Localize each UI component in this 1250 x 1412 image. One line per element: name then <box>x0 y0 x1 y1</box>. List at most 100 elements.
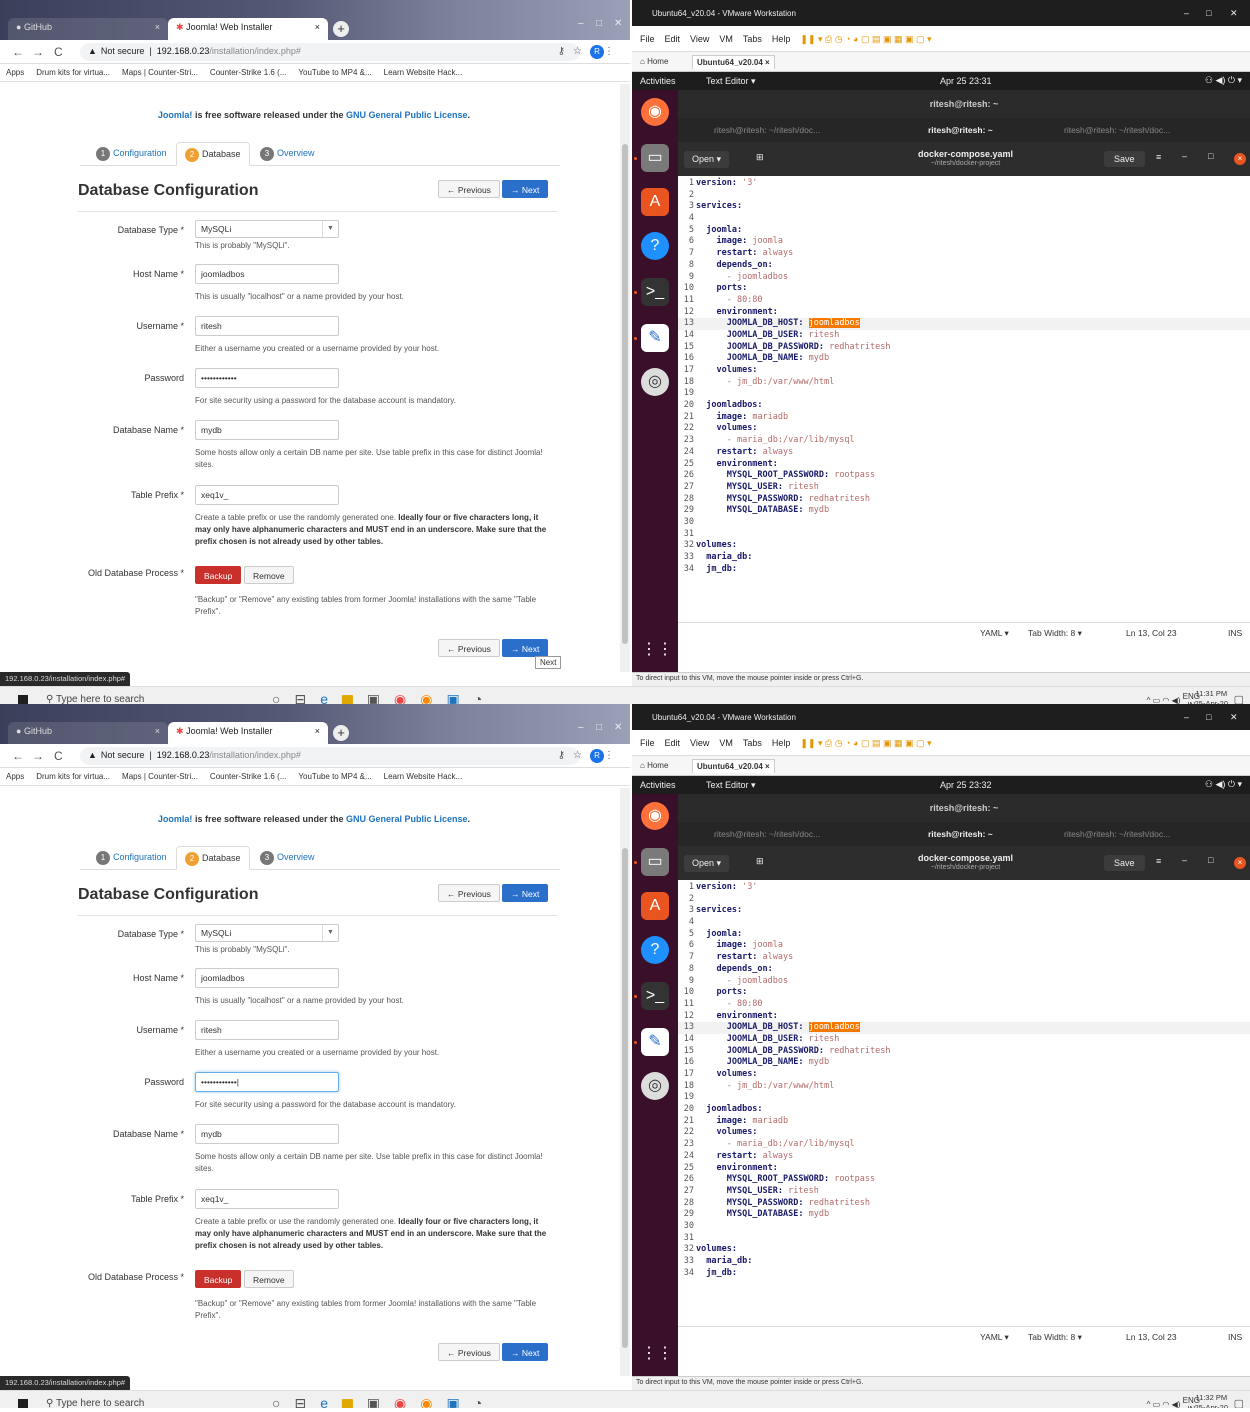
app-menu[interactable]: Text Editor ▾ <box>706 780 756 791</box>
code-line[interactable]: 32 volumes: <box>678 540 1250 552</box>
database-type-select[interactable]: MySQLi ▼ <box>195 924 339 942</box>
terminal-tab-active[interactable]: ritesh@ritesh: ~ <box>928 125 993 135</box>
reload-icon[interactable]: C <box>54 45 63 59</box>
previous-button-bottom[interactable]: ← Previous <box>438 639 500 657</box>
url-input[interactable]: ▲ Not secure | 192.168.0.23/installation/… <box>80 747 580 765</box>
close-window-icon[interactable]: ✕ <box>1230 712 1238 723</box>
browser-tab-joomla[interactable]: ✱ Joomla! Web Installer × <box>168 18 328 40</box>
cursor-position[interactable]: Ln 13, Col 23 <box>1126 1332 1177 1342</box>
code-line[interactable]: 21 image: mariadb <box>678 1116 1250 1128</box>
maximize-icon[interactable]: □ <box>1208 151 1213 161</box>
password-input[interactable]: •••••••••••• <box>195 368 339 388</box>
page-scrollbar[interactable] <box>620 84 630 672</box>
minimize-icon[interactable]: – <box>578 722 584 733</box>
vm-toolbar-icons[interactable]: ❚❚ ▾ ⎙ ◷ ◔ ◕ ▢ ▤ ▣ ▦ ▣ ▢ ▾ <box>800 738 931 748</box>
files-icon[interactable]: ▭ <box>641 848 669 876</box>
license-link[interactable]: GNU General Public License <box>346 814 468 824</box>
code-line[interactable]: 23 - maria_db:/var/lib/mysql <box>678 435 1250 447</box>
taskbar-clock[interactable]: 11:32 PM 25-Apr-20 <box>1195 1393 1228 1408</box>
volume-icon[interactable]: ◀) <box>1172 696 1181 704</box>
bookmark-banana-icon[interactable]: Maps | Counter-Stri... <box>122 68 198 77</box>
store-icon[interactable]: ▣ <box>367 691 394 704</box>
terminal-tab-active[interactable]: ritesh@ritesh: ~ <box>928 829 993 839</box>
chevron-up-icon[interactable]: ^ <box>1147 696 1151 704</box>
table-prefix-input[interactable]: xeq1v_ <box>195 1189 339 1209</box>
next-button[interactable]: → Next <box>502 884 549 902</box>
menu-item-edit[interactable]: Edit <box>665 738 681 748</box>
file-explorer-icon[interactable]: ▆ <box>342 691 367 704</box>
database-type-select[interactable]: MySQLi ▼ <box>195 220 339 238</box>
menu-item-tabs[interactable]: Tabs <box>743 34 762 44</box>
terminal-tab[interactable]: ritesh@ritesh: ~/ritesh/doc... <box>714 125 820 135</box>
code-line[interactable]: 32 volumes: <box>678 1244 1250 1256</box>
code-line[interactable]: 27 MYSQL_USER: ritesh <box>678 482 1250 494</box>
open-button[interactable]: Open ▾ <box>684 151 730 168</box>
menu-item-file[interactable]: File <box>640 738 655 748</box>
system-menu-icon[interactable]: ⚇ ◀) ⏻ ▾ <box>1205 75 1242 86</box>
code-line[interactable]: 23 - maria_db:/var/lib/mysql <box>678 1139 1250 1151</box>
code-line[interactable]: 33 maria_db: <box>678 552 1250 564</box>
back-icon[interactable]: ← <box>12 45 24 59</box>
previous-button[interactable]: ← Previous <box>438 180 500 198</box>
tab-configuration[interactable]: 1 Configuration <box>88 142 175 166</box>
code-line[interactable]: 9 - joomladbos <box>678 976 1250 988</box>
code-line[interactable]: 20 joomladbos: <box>678 400 1250 412</box>
windows-start-icon[interactable] <box>18 695 28 704</box>
minimize-icon[interactable]: – <box>1182 151 1187 161</box>
host-name-input[interactable]: joomladbos <box>195 968 339 988</box>
code-line[interactable]: 3 services: <box>678 201 1250 213</box>
terminal-tab[interactable]: ritesh@ritesh: ~/ritesh/doc... <box>1064 125 1170 135</box>
page-scrollbar[interactable] <box>620 788 630 1376</box>
battery-icon[interactable]: ▭ <box>1153 1400 1161 1408</box>
code-line[interactable]: 10 ports: <box>678 987 1250 999</box>
cortana-icon[interactable]: ○ <box>272 1395 294 1408</box>
new-tab-button[interactable]: + <box>333 21 349 37</box>
minimize-icon[interactable]: – <box>1184 712 1189 722</box>
scrollbar-thumb[interactable] <box>622 848 628 1348</box>
maximize-icon[interactable]: □ <box>1206 712 1211 722</box>
code-line[interactable]: 30 <box>678 1221 1250 1233</box>
tab-configuration[interactable]: 1 Configuration <box>88 846 175 870</box>
code-line[interactable]: 15 JOOMLA_DB_PASSWORD: redhatritesh <box>678 1046 1250 1058</box>
tab-width-selector[interactable]: Tab Width: 8 ▾ <box>1028 628 1082 639</box>
edge-icon[interactable]: e <box>320 1395 342 1408</box>
code-line[interactable]: 31 <box>678 529 1250 541</box>
tab-home[interactable]: ⌂ Home <box>636 55 672 68</box>
system-menu-icon[interactable]: ⚇ ◀) ⏻ ▾ <box>1205 779 1242 790</box>
code-line[interactable]: 11 - 80:80 <box>678 295 1250 307</box>
open-button[interactable]: Open ▾ <box>684 855 730 872</box>
wifi-icon[interactable]: ◠ <box>1162 696 1169 704</box>
minimize-icon[interactable]: – <box>1184 8 1189 18</box>
code-line[interactable]: 6 image: joomla <box>678 236 1250 248</box>
maximize-icon[interactable]: □ <box>1208 855 1213 865</box>
username-input[interactable]: ritesh <box>195 316 339 336</box>
code-line[interactable]: 18 - jm_db:/var/www/html <box>678 377 1250 389</box>
cortana-icon[interactable]: ○ <box>272 691 294 704</box>
code-line[interactable]: 13 JOOMLA_DB_HOST: joomladbos <box>678 1022 1250 1034</box>
menu-item-help[interactable]: Help <box>772 738 791 748</box>
tab-overview[interactable]: 3 Overview <box>252 142 323 166</box>
code-line[interactable]: 18 - jm_db:/var/www/html <box>678 1081 1250 1093</box>
code-line[interactable]: 12 environment: <box>678 307 1250 319</box>
file-explorer-icon[interactable]: ▆ <box>342 1395 367 1408</box>
code-line[interactable]: 2 <box>678 190 1250 202</box>
remove-button[interactable]: Remove <box>244 1270 294 1288</box>
code-line[interactable]: 20 joomladbos: <box>678 1104 1250 1116</box>
reload-icon[interactable]: C <box>54 749 63 763</box>
backup-button[interactable]: Backup <box>195 1270 242 1288</box>
backup-button[interactable]: Backup <box>195 566 242 584</box>
code-line[interactable]: 31 <box>678 1233 1250 1245</box>
language-selector[interactable]: YAML ▾ <box>980 628 1009 639</box>
menu-item-vm[interactable]: VM <box>719 34 733 44</box>
edge-icon[interactable]: e <box>320 691 342 704</box>
key-icon[interactable]: ⚷ <box>558 750 573 761</box>
taskbar-search[interactable]: ⚲ Type here to search <box>46 1398 144 1408</box>
code-line[interactable]: 16 JOOMLA_DB_NAME: mydb <box>678 353 1250 365</box>
code-line[interactable]: 14 JOOMLA_DB_USER: ritesh <box>678 1034 1250 1046</box>
close-icon[interactable]: × <box>1234 857 1246 869</box>
username-input[interactable]: ritesh <box>195 1020 339 1040</box>
help-icon[interactable]: ? <box>641 232 669 260</box>
maximize-icon[interactable]: □ <box>596 722 602 733</box>
code-line[interactable]: 33 maria_db: <box>678 1256 1250 1268</box>
code-line[interactable]: 13 JOOMLA_DB_HOST: joomladbos <box>678 318 1250 330</box>
